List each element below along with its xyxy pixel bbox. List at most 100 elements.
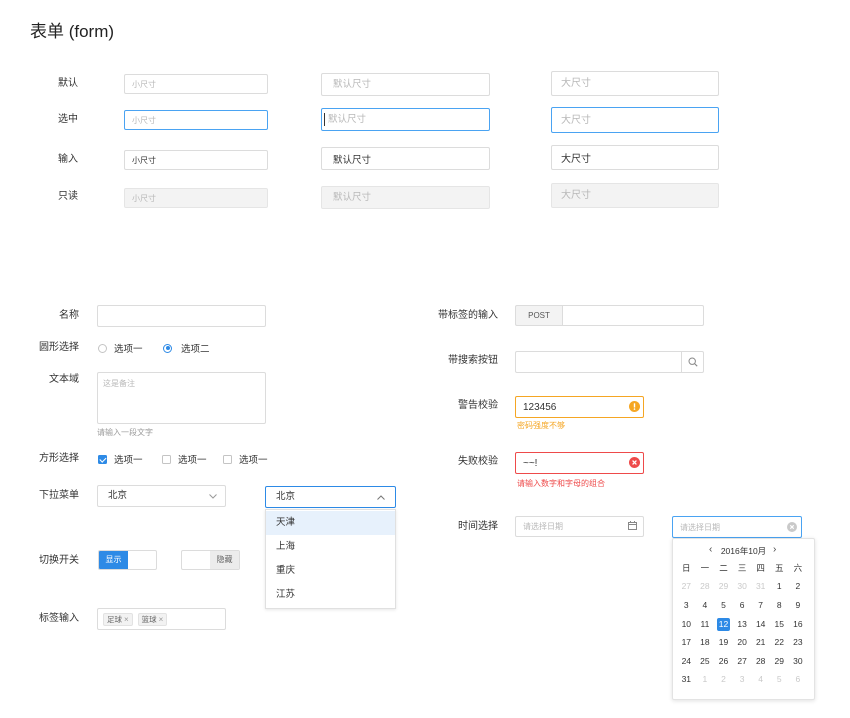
- dropdown-option[interactable]: 江苏: [266, 583, 395, 607]
- calendar-day[interactable]: 3: [677, 596, 696, 615]
- tag: 足球 ×: [103, 612, 133, 626]
- calendar-day[interactable]: 10: [677, 615, 696, 634]
- calendar-day[interactable]: 29: [770, 652, 789, 671]
- calendar-day[interactable]: 28: [696, 578, 715, 597]
- calendar-day[interactable]: 1: [696, 671, 715, 690]
- calendar-day[interactable]: 17: [677, 633, 696, 652]
- error-message: 请输入数字和字母的组合: [517, 479, 605, 488]
- calendar-day[interactable]: 6: [733, 596, 752, 615]
- calendar-day[interactable]: 25: [696, 652, 715, 671]
- tag-input[interactable]: 足球 × 篮球 ×: [97, 608, 226, 630]
- calendar-day[interactable]: 16: [789, 615, 808, 634]
- calendar-day[interactable]: 19: [714, 633, 733, 652]
- calendar-day[interactable]: 5: [714, 596, 733, 615]
- calendar-day[interactable]: 29: [714, 578, 733, 597]
- calendar-day[interactable]: 23: [789, 633, 808, 652]
- checkbox-box: [98, 454, 107, 464]
- chevron-down-icon: [209, 494, 217, 499]
- small-input-focused[interactable]: [124, 110, 268, 130]
- calendar-day[interactable]: 3: [733, 671, 752, 690]
- day-number: 21: [755, 637, 766, 648]
- default-input-filled[interactable]: [321, 147, 490, 170]
- next-month-button[interactable]: ›: [773, 543, 776, 557]
- city-select-open[interactable]: 北京: [265, 486, 396, 508]
- calendar-day[interactable]: 28: [751, 652, 770, 671]
- checkbox-option-2[interactable]: 选项一: [162, 452, 207, 466]
- calendar-day[interactable]: 31: [751, 578, 770, 597]
- calendar-day[interactable]: 7: [751, 596, 770, 615]
- calendar-day[interactable]: 15: [770, 615, 789, 634]
- radio-option-1[interactable]: 选项一: [98, 341, 143, 355]
- day-number: 17: [681, 637, 692, 648]
- calendar-day[interactable]: 11: [696, 615, 715, 634]
- calendar-day[interactable]: 27: [677, 578, 696, 597]
- date-input-open[interactable]: [672, 516, 802, 538]
- remark-textarea[interactable]: [97, 372, 266, 424]
- calendar-day[interactable]: 4: [751, 671, 770, 690]
- large-input-focused[interactable]: [551, 107, 719, 133]
- checkbox-option-label: 选项一: [239, 455, 268, 466]
- weekday-header: 四: [756, 563, 765, 574]
- radio-option-2[interactable]: 选项二: [163, 341, 210, 355]
- calendar-day[interactable]: 24: [677, 652, 696, 671]
- warning-input[interactable]: [515, 396, 644, 418]
- calendar-icon[interactable]: [628, 521, 637, 530]
- calendar-day[interactable]: 18: [696, 633, 715, 652]
- day-number: 22: [774, 637, 784, 648]
- search-input[interactable]: [515, 351, 682, 373]
- calendar-day[interactable]: 4: [696, 596, 715, 615]
- small-input-filled[interactable]: [124, 150, 268, 170]
- large-input-filled[interactable]: [551, 145, 719, 170]
- name-input[interactable]: [97, 305, 266, 327]
- day-number: 6: [795, 674, 801, 685]
- calendar-day[interactable]: 20: [733, 633, 752, 652]
- search-icon: [687, 357, 698, 367]
- calendar-day[interactable]: 2: [714, 671, 733, 690]
- date-input[interactable]: [515, 516, 644, 537]
- checkbox-option-1[interactable]: 选项一: [98, 452, 143, 466]
- calendar-popup: ‹ 2016年10月 › 日一二三四五六 27 28 29 30 31 1 2 3 4 5 6 7 8 9 1…: [672, 538, 815, 700]
- tag-close-icon[interactable]: ×: [124, 615, 129, 624]
- large-input[interactable]: [551, 71, 719, 96]
- calendar-day[interactable]: 14: [751, 615, 770, 634]
- day-number: 10: [681, 618, 692, 629]
- calendar-day[interactable]: 21: [751, 633, 770, 652]
- weekday-header: 日: [682, 563, 691, 574]
- calendar-day[interactable]: 2: [789, 578, 808, 597]
- addon-input[interactable]: [562, 305, 704, 326]
- calendar-day[interactable]: 1: [770, 578, 789, 597]
- calendar-day[interactable]: 22: [770, 633, 789, 652]
- dropdown-option[interactable]: 天津: [266, 511, 395, 535]
- day-number: 5: [776, 674, 782, 685]
- calendar-day[interactable]: 9: [789, 596, 808, 615]
- dropdown-option[interactable]: 上海: [266, 535, 395, 559]
- checkbox-option-3[interactable]: 选项一: [223, 452, 268, 466]
- toggle-switch-hide[interactable]: 隐藏: [181, 550, 240, 570]
- size-row-label-focused: 选中: [58, 114, 78, 125]
- default-input-focused[interactable]: [321, 108, 490, 131]
- clear-icon[interactable]: [787, 522, 797, 532]
- radio-circle: [163, 343, 172, 353]
- calendar-day[interactable]: 26: [714, 652, 733, 671]
- calendar-day[interactable]: 5: [770, 671, 789, 690]
- error-input[interactable]: [515, 452, 644, 474]
- size-row-label-readonly: 只读: [58, 191, 78, 202]
- weekday-header: 六: [793, 563, 803, 574]
- toggle-switch-show[interactable]: 显示: [98, 550, 157, 570]
- calendar-day[interactable]: 30: [789, 652, 808, 671]
- calendar-day[interactable]: 27: [733, 652, 752, 671]
- calendar-day[interactable]: 31: [677, 671, 696, 690]
- calendar-day[interactable]: 6: [789, 671, 808, 690]
- tag-close-icon[interactable]: ×: [159, 615, 164, 624]
- calendar-day[interactable]: 30: [733, 578, 752, 597]
- day-number: 27: [681, 581, 692, 592]
- day-number: 31: [681, 674, 692, 685]
- city-select[interactable]: 北京: [97, 485, 226, 507]
- calendar-day[interactable]: 8: [770, 596, 789, 615]
- dropdown-option[interactable]: 重庆: [266, 559, 395, 583]
- search-button[interactable]: [681, 351, 704, 373]
- small-input[interactable]: [124, 74, 268, 94]
- default-input[interactable]: [321, 73, 490, 96]
- calendar-day[interactable]: 12: [714, 615, 733, 634]
- calendar-day[interactable]: 13: [733, 615, 752, 634]
